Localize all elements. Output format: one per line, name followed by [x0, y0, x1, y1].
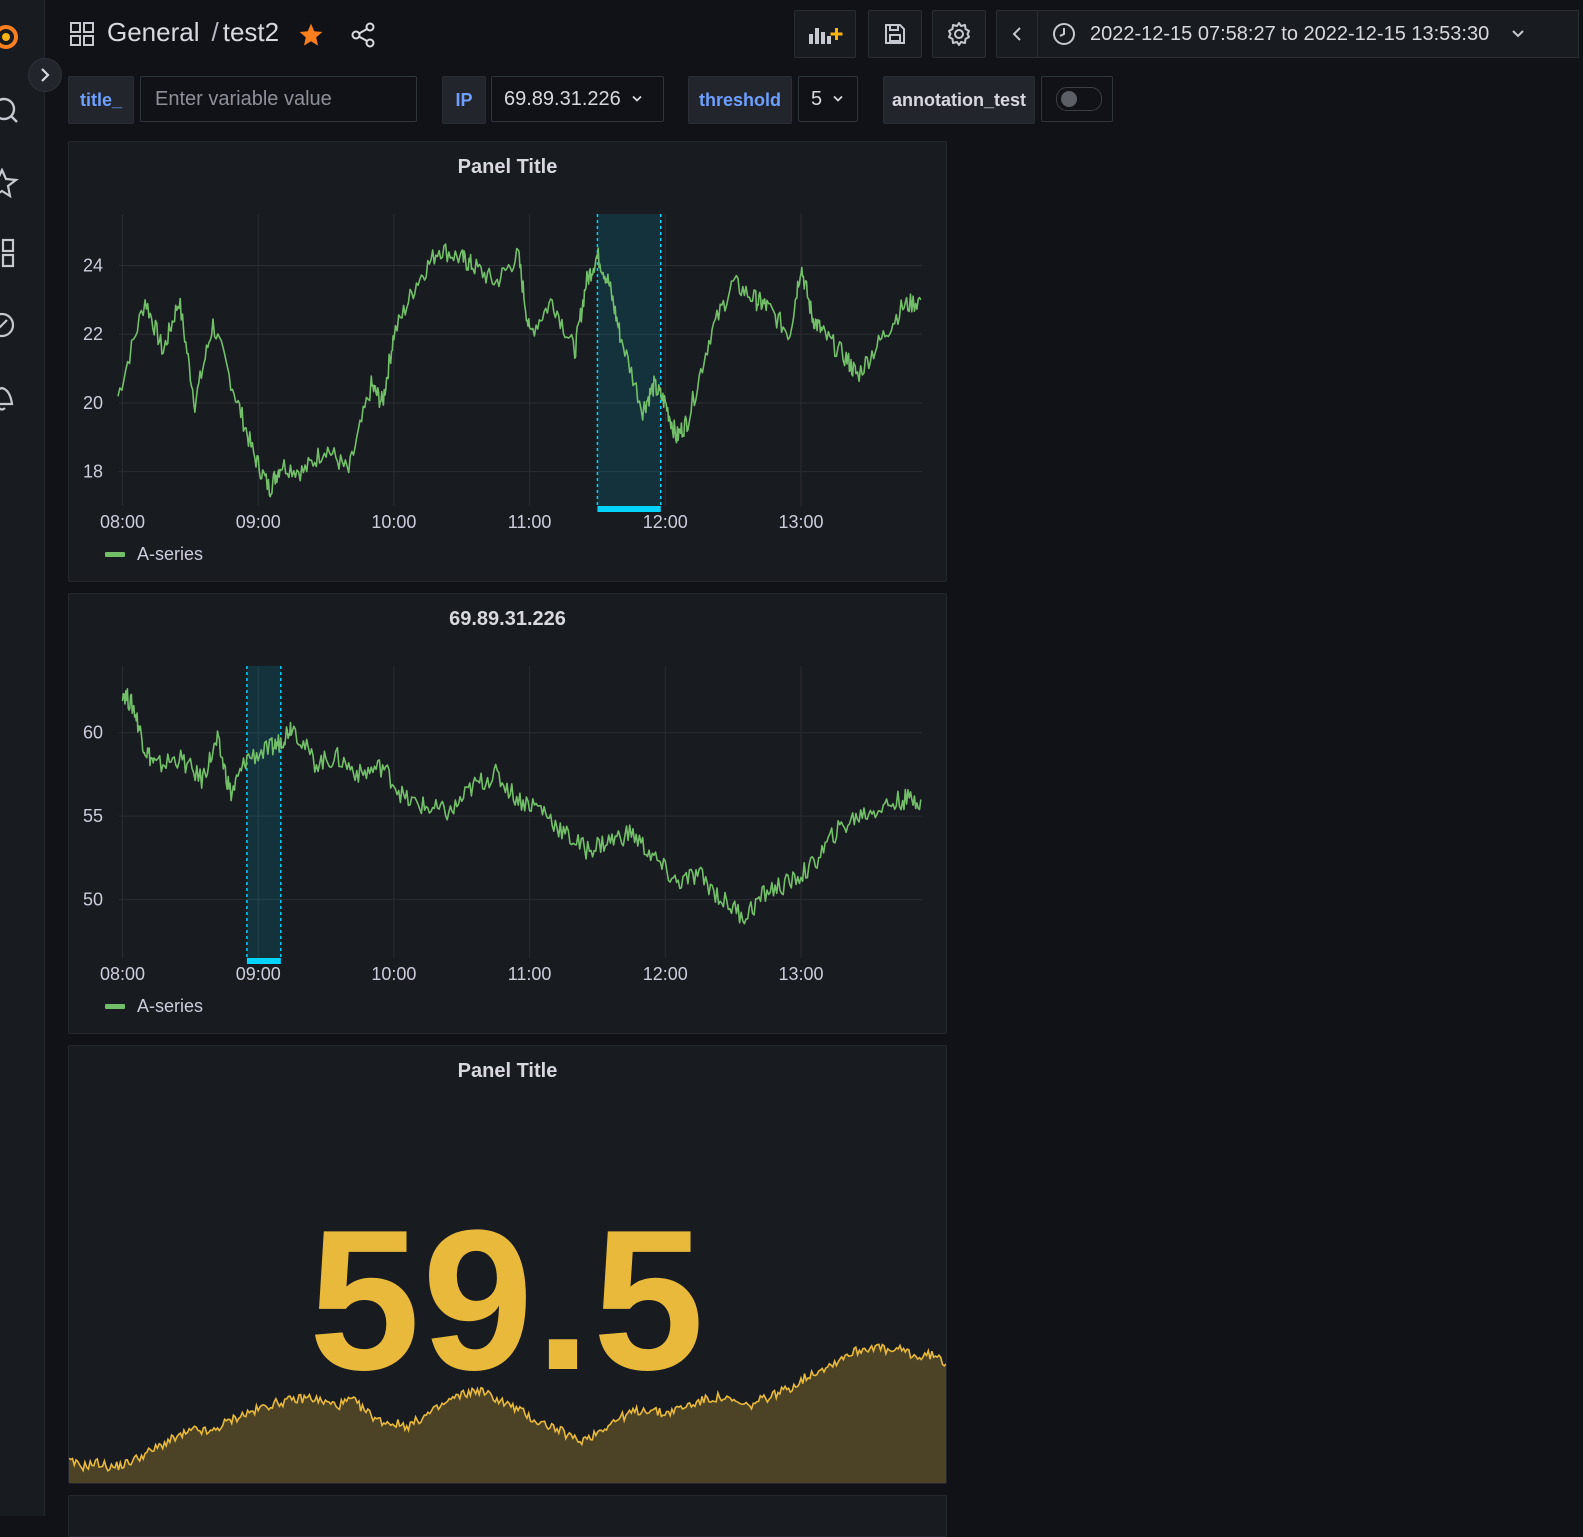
- sidebar-expand-button[interactable]: [28, 58, 62, 92]
- grafana-logo-icon[interactable]: [0, 22, 30, 52]
- panel-timeseries-1: Panel Title 08:00 09:00 10:00 11:00 12:00 13:…: [68, 141, 947, 582]
- variable-title-input[interactable]: [153, 86, 407, 112]
- x-tick-label: 10:00: [371, 964, 416, 984]
- chevron-down-icon: [632, 95, 642, 102]
- x-tick-label: 11:00: [508, 512, 552, 532]
- annotation-marker[interactable]: [246, 958, 281, 964]
- timeseries-chart-2[interactable]: 08:00 09:00 10:00 11:00 12:00 13:00 50 55 60: [69, 594, 946, 1033]
- chevron-right-icon: [41, 68, 50, 82]
- annotation-region[interactable]: [246, 666, 281, 958]
- variable-ip-select[interactable]: 69.89.31.226: [491, 76, 664, 122]
- x-tick-label: 13:00: [778, 512, 823, 532]
- breadcrumb-folder[interactable]: General: [107, 17, 200, 47]
- share-icon[interactable]: [350, 22, 376, 48]
- y-tick-label: 20: [83, 393, 103, 413]
- clock-icon: [1053, 23, 1075, 45]
- panel-timeseries-2: 69.89.31.226 08:00 09:00 10:00 11:00 12:00 13…: [68, 593, 947, 1034]
- add-panel-icon: [809, 28, 843, 44]
- timeseries-chart-1[interactable]: 08:00 09:00 10:00 11:00 12:00 13:00 18 20 22 24: [69, 142, 946, 581]
- breadcrumb: General / test2: [107, 17, 279, 48]
- y-tick-label: 50: [83, 890, 103, 910]
- variable-title-field[interactable]: [140, 76, 417, 122]
- dashboard-settings-button[interactable]: [932, 10, 986, 58]
- sidebar: [0, 0, 45, 1516]
- explore-icon[interactable]: [0, 310, 30, 340]
- toggle-knob: [1061, 91, 1077, 107]
- starred-icon[interactable]: [0, 168, 30, 198]
- time-shift-back-button[interactable]: [996, 10, 1038, 58]
- stat-value: 59.5: [308, 1189, 707, 1412]
- variable-threshold-select[interactable]: 5: [798, 76, 858, 122]
- favorite-star-icon[interactable]: [298, 22, 324, 48]
- dashboards-icon[interactable]: [0, 238, 30, 268]
- chevron-down-icon: [1512, 30, 1524, 38]
- panel-next: [68, 1495, 947, 1537]
- x-tick-label: 09:00: [236, 964, 281, 984]
- y-tick-label: 22: [83, 324, 103, 344]
- time-range-text: 2022-12-15 07:58:27 to 2022-12-15 13:53:…: [1090, 22, 1490, 45]
- search-icon[interactable]: [0, 96, 30, 126]
- variable-threshold-value: 5: [811, 87, 823, 110]
- variable-label-title: title_: [68, 76, 134, 124]
- annotation-toggle-label: annotation_test: [883, 76, 1035, 124]
- save-icon: [885, 24, 905, 44]
- annotation-toggle-switch[interactable]: [1056, 87, 1102, 111]
- y-tick-label: 60: [83, 723, 103, 743]
- time-range-picker[interactable]: 2022-12-15 07:58:27 to 2022-12-15 13:53:…: [1037, 10, 1579, 58]
- y-tick-label: 18: [83, 462, 103, 482]
- x-tick-label: 12:00: [643, 964, 688, 984]
- variable-label-ip: IP: [442, 76, 486, 124]
- legend-item[interactable]: A-series: [105, 544, 203, 565]
- add-panel-button[interactable]: [794, 10, 856, 58]
- x-tick-label: 08:00: [100, 964, 145, 984]
- y-tick-label: 24: [83, 256, 103, 276]
- chevron-left-icon: [1012, 27, 1021, 41]
- legend-item[interactable]: A-series: [105, 996, 203, 1017]
- chevron-down-icon: [833, 95, 843, 102]
- x-tick-label: 13:00: [778, 964, 823, 984]
- x-tick-label: 09:00: [236, 512, 281, 532]
- breadcrumb-separator: /: [211, 17, 219, 47]
- gear-icon: [948, 22, 970, 46]
- variable-label-threshold: threshold: [688, 76, 792, 124]
- annotation-marker[interactable]: [597, 506, 661, 512]
- x-tick-label: 12:00: [643, 512, 688, 532]
- series-line-a[interactable]: [117, 243, 922, 498]
- save-dashboard-button[interactable]: [868, 10, 922, 58]
- alerting-icon[interactable]: [0, 382, 30, 412]
- x-tick-label: 11:00: [508, 964, 552, 984]
- dashboard-grid-icon: [70, 22, 94, 46]
- panel-stat: Panel Title 59.5: [68, 1045, 947, 1484]
- legend-swatch: [105, 552, 125, 557]
- x-tick-label: 08:00: [100, 512, 145, 532]
- x-tick-label: 10:00: [371, 512, 416, 532]
- legend-swatch: [105, 1004, 125, 1009]
- legend-label: A-series: [137, 544, 204, 564]
- variable-ip-value: 69.89.31.226: [504, 87, 621, 110]
- annotation-toggle[interactable]: [1041, 76, 1113, 122]
- breadcrumb-dashboard[interactable]: test2: [223, 17, 279, 47]
- y-tick-label: 55: [83, 806, 103, 826]
- legend-label: A-series: [137, 996, 204, 1016]
